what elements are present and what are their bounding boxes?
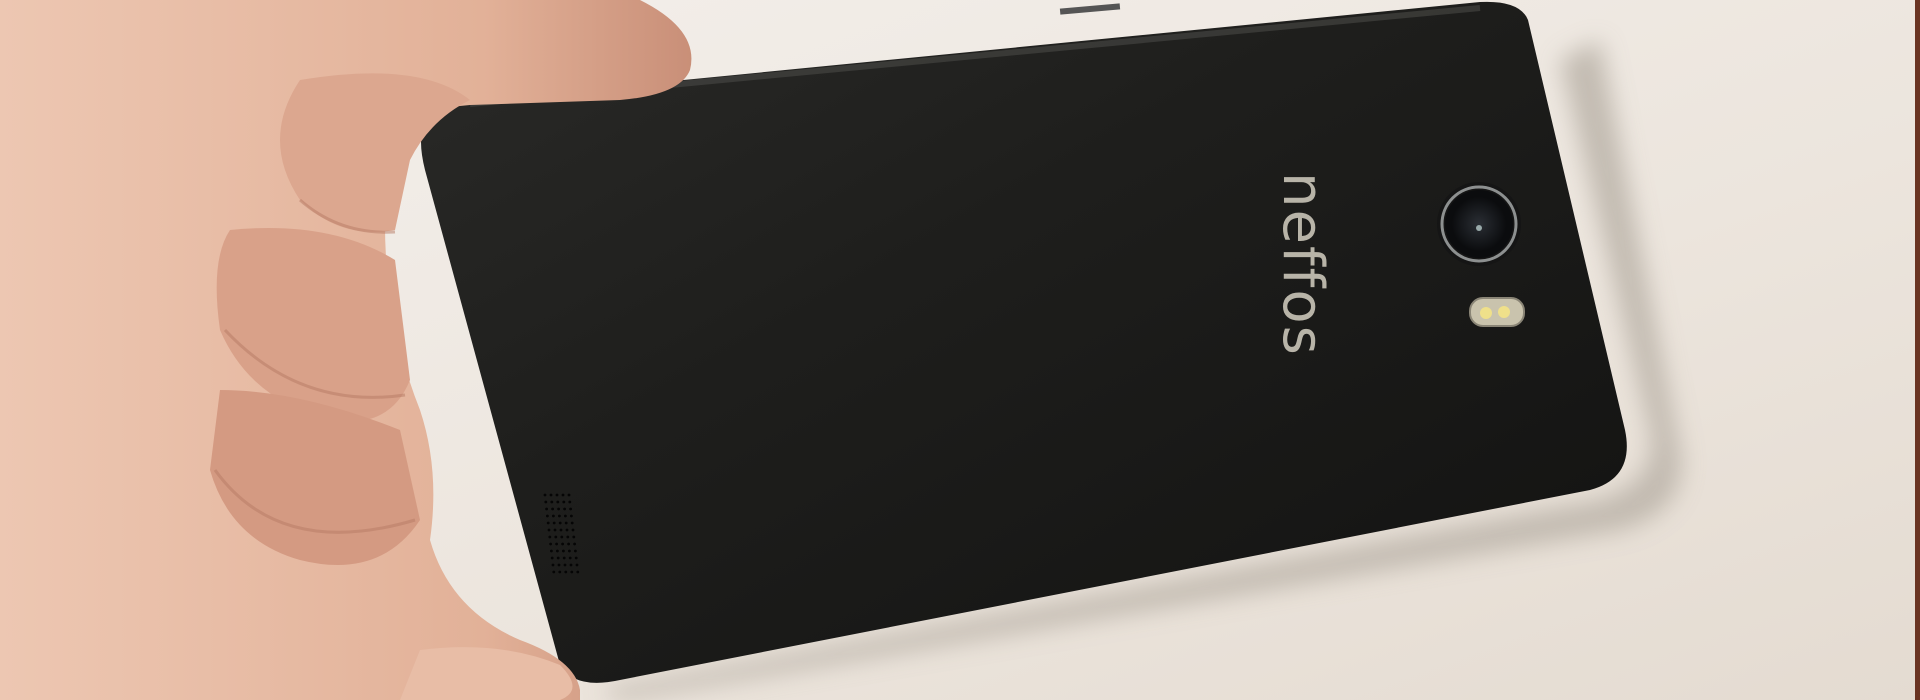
grille-hole: [556, 500, 560, 504]
grille-hole: [564, 514, 567, 518]
grille-hole: [558, 514, 561, 518]
grille-hole: [565, 528, 569, 532]
flash-led: [1469, 297, 1525, 327]
grille-hole: [546, 521, 550, 525]
grille-hole: [574, 556, 578, 560]
grille-hole: [545, 507, 548, 511]
grille-hole: [557, 563, 561, 567]
grille-hole: [547, 528, 551, 532]
grille-hole: [554, 535, 558, 539]
grille-hole: [549, 493, 553, 497]
grille-hole: [557, 507, 560, 511]
grille-hole: [550, 556, 554, 560]
grille-hole: [560, 535, 564, 539]
grille-hole: [559, 528, 563, 532]
grille-hole: [556, 549, 559, 553]
grille-hole: [552, 521, 556, 525]
grille-hole: [568, 500, 572, 504]
grille-hole: [570, 570, 574, 574]
grille-hole: [564, 570, 568, 574]
grille-hole: [567, 493, 571, 497]
grille-hole: [548, 535, 552, 539]
grille-hole: [558, 521, 562, 525]
grille-hole: [568, 549, 571, 553]
grille-hole: [552, 514, 555, 518]
grille-hole: [552, 570, 556, 574]
grille-hole: [574, 549, 577, 553]
grille-hole: [556, 556, 560, 560]
grille-hole: [558, 570, 562, 574]
grille-hole: [546, 514, 549, 518]
grille-hole: [553, 528, 557, 532]
grille-hole: [550, 500, 554, 504]
grille-hole: [544, 500, 548, 504]
grille-hole: [566, 535, 570, 539]
grille-hole: [562, 549, 565, 553]
grille-hole: [562, 500, 566, 504]
grille-hole: [551, 507, 554, 511]
grille-hole: [570, 514, 573, 518]
grille-hole: [567, 542, 570, 546]
grille-hole: [561, 542, 564, 546]
grille-hole: [575, 563, 579, 567]
grille-hole: [571, 528, 575, 532]
frame-edge: [1915, 0, 1920, 700]
grille-hole: [572, 535, 576, 539]
camera-module: [1437, 182, 1521, 266]
photo-scene: neffos: [0, 0, 1920, 700]
grille-hole: [564, 521, 568, 525]
grille-hole: [563, 507, 566, 511]
grille-hole: [555, 493, 559, 497]
grille-hole: [563, 563, 567, 567]
grille-hole: [573, 542, 576, 546]
brand-logo: neffos: [1270, 172, 1335, 357]
grille-hole: [569, 563, 573, 567]
grille-hole: [568, 556, 572, 560]
grille-hole: [570, 521, 574, 525]
grille-hole: [569, 507, 572, 511]
grille-hole: [561, 493, 565, 497]
grille-hole: [543, 493, 547, 497]
grille-hole: [550, 549, 553, 553]
grille-hole: [551, 563, 555, 567]
grille-hole: [576, 570, 580, 574]
grille-hole: [549, 542, 552, 546]
grille-hole: [555, 542, 558, 546]
camera-lens: [1445, 190, 1513, 258]
grille-hole: [562, 556, 566, 560]
